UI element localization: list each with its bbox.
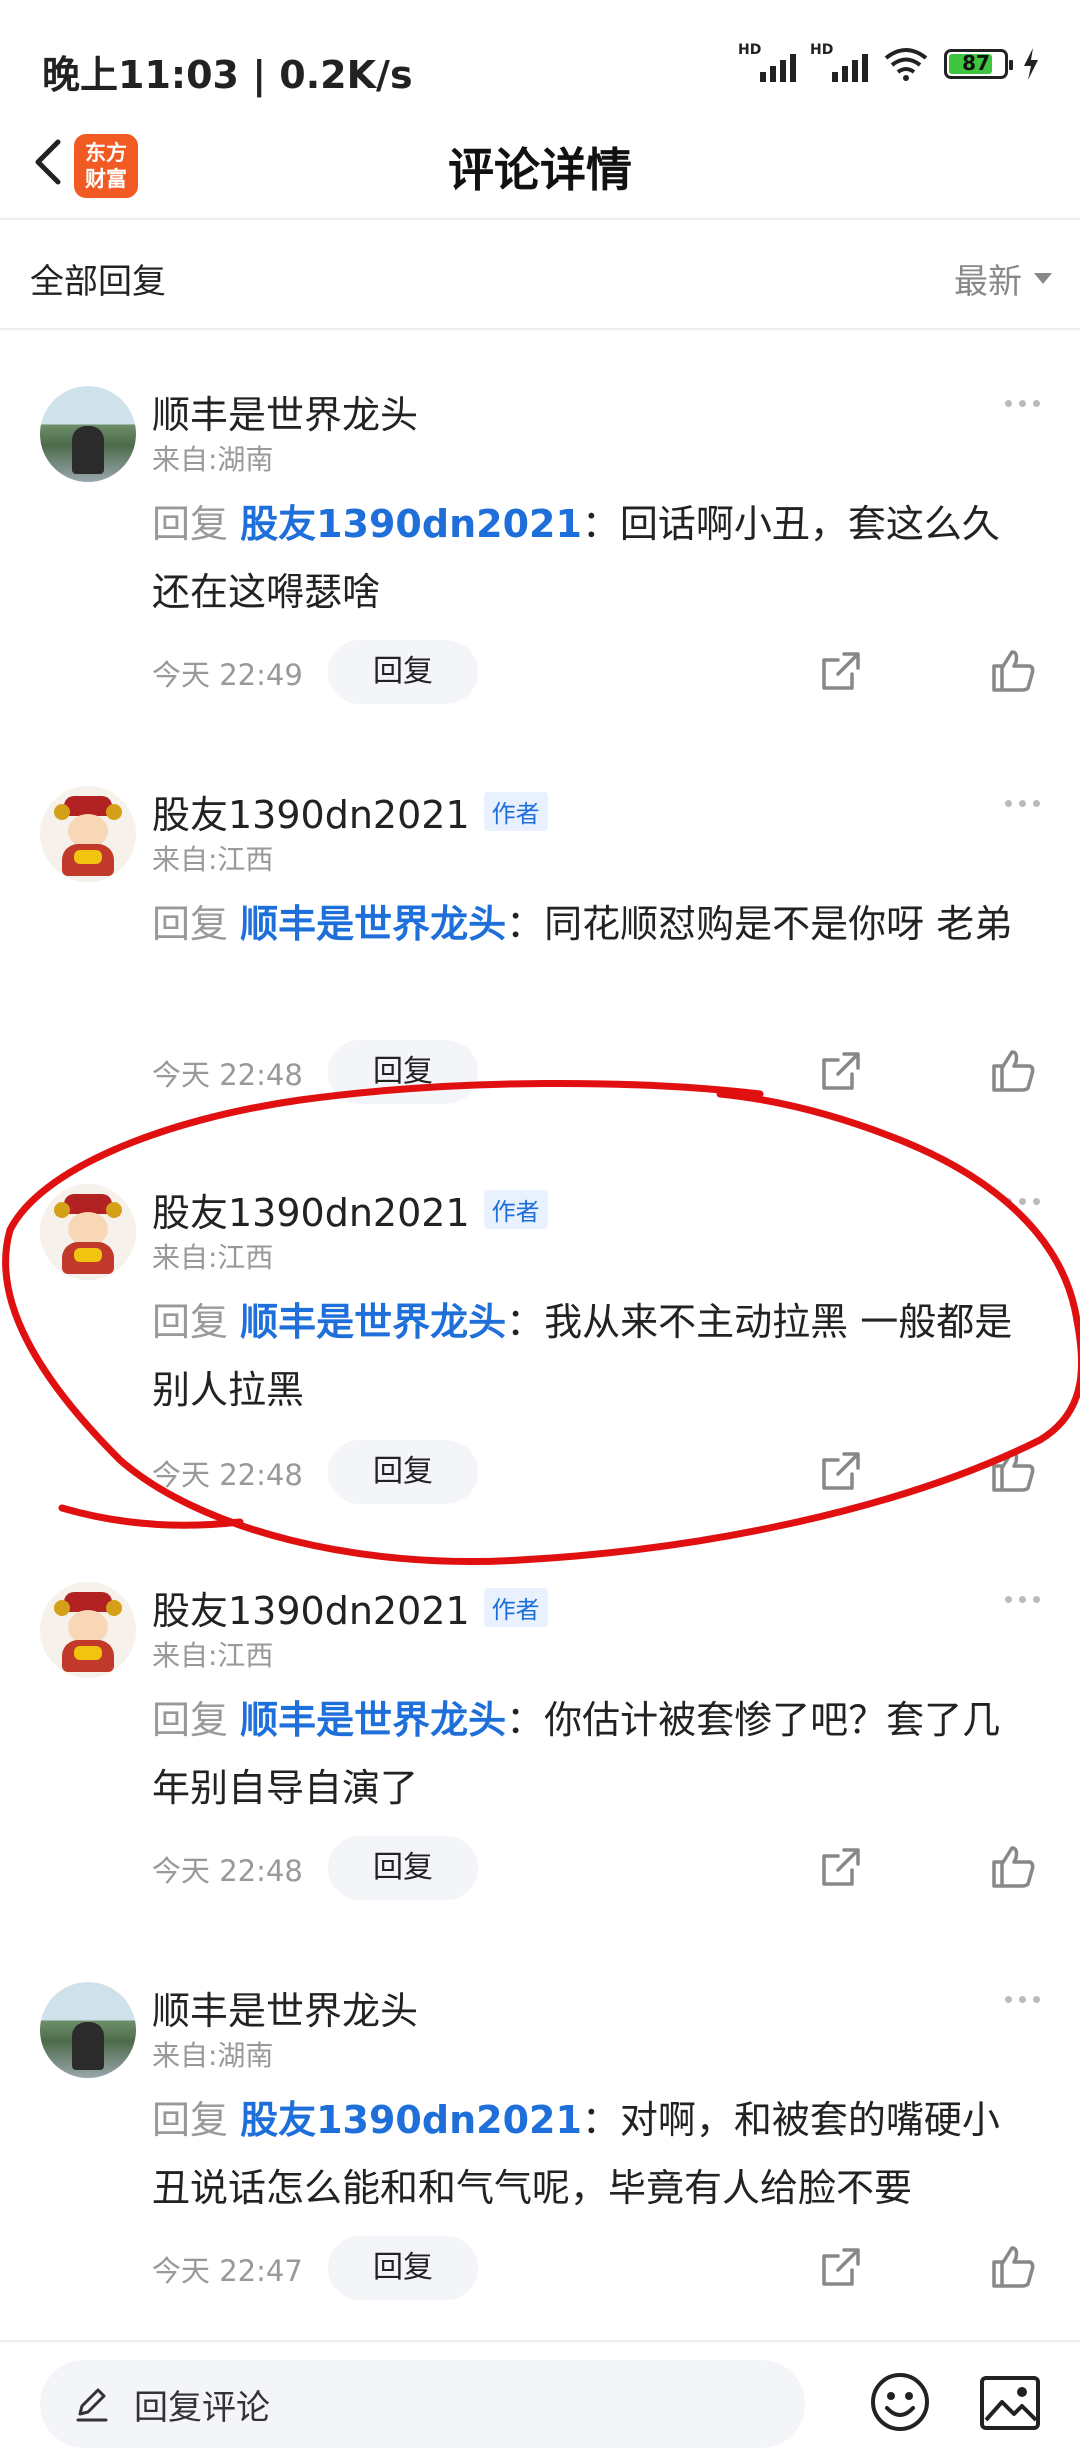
nav-bar: 东方 财富 评论详情 (0, 110, 1080, 220)
more-options-icon[interactable] (1005, 1198, 1040, 1205)
comment-item: 顺丰是世界龙头 来自:湖南 回复 股友1390dn2021：回话啊小丑，套这么久… (0, 386, 1080, 786)
mention-link[interactable]: 股友1390dn2021 (240, 2098, 582, 2142)
hd-label: HD (810, 42, 834, 58)
avatar[interactable] (40, 1582, 136, 1678)
like-icon[interactable] (988, 1446, 1038, 1496)
comment-footer: 今天 22:48 回复 (152, 1836, 1035, 1900)
battery-level: 87 (962, 51, 990, 75)
comment-text: 回复 股友1390dn2021：对啊，和被套的嘴硬小丑说话怎么能和和气气呢，毕竟… (152, 2098, 1000, 2210)
signal-icon: HD (738, 42, 796, 82)
more-options-icon[interactable] (1005, 800, 1040, 807)
reply-button[interactable]: 回复 (328, 640, 478, 704)
comment-time: 今天 22:48 (152, 1058, 303, 1092)
status-icons: HD HD 87 (738, 42, 1040, 82)
comment-location: 来自:江西 (152, 1241, 274, 1274)
share-icon[interactable] (816, 1448, 864, 1496)
bottom-bar: 回复评论 (0, 2340, 1080, 2460)
comment-time: 今天 22:47 (152, 2254, 303, 2288)
comment-location: 来自:湖南 (152, 443, 274, 476)
comment-username[interactable]: 股友1390dn2021 作者 (152, 1580, 548, 1635)
pencil-icon (76, 2388, 108, 2422)
share-icon[interactable] (816, 2244, 864, 2292)
status-time: 晚上11:03 | 0.2K/s (42, 53, 413, 97)
avatar[interactable] (40, 786, 136, 882)
comment-text: 回复 顺丰是世界龙头：我从来不主动拉黑 一般都是别人拉黑 (152, 1300, 1013, 1412)
comment-footer: 今天 22:49 回复 (152, 640, 1035, 704)
comment-time: 今天 22:48 (152, 1458, 303, 1492)
avatar[interactable] (40, 1184, 136, 1280)
all-replies-label: 全部回复 (30, 262, 166, 302)
more-options-icon[interactable] (1005, 1596, 1040, 1603)
author-badge: 作者 (483, 1588, 548, 1627)
comment-footer: 今天 22:47 回复 (152, 2236, 1035, 2300)
comment-item: 股友1390dn2021 作者 来自:江西 回复 顺丰是世界龙头：你估计被套惨了… (0, 1582, 1080, 1982)
like-icon[interactable] (988, 1842, 1038, 1892)
mention-link[interactable]: 顺丰是世界龙头 (240, 1300, 506, 1344)
mention-link[interactable]: 顺丰是世界龙头 (240, 1698, 506, 1742)
avatar[interactable] (40, 1982, 136, 2078)
like-icon[interactable] (988, 1046, 1038, 1096)
comment-text: 回复 顺丰是世界龙头：你估计被套惨了吧？套了几年别自导自演了 (152, 1698, 1001, 1810)
wifi-icon (884, 48, 928, 81)
share-icon[interactable] (816, 648, 864, 696)
comment-location: 来自:江西 (152, 1639, 274, 1672)
comment-item: 股友1390dn2021 作者 来自:江西 回复 顺丰是世界龙头：我从来不主动拉… (0, 1184, 1080, 1584)
comment-username[interactable]: 顺丰是世界龙头 (152, 1980, 418, 2035)
sort-label: 最新 (954, 262, 1022, 302)
like-icon[interactable] (988, 2242, 1038, 2292)
comment-username[interactable]: 顺丰是世界龙头 (152, 384, 418, 439)
sort-dropdown[interactable]: 最新 (954, 254, 1052, 303)
comment-footer: 今天 22:48 回复 (152, 1040, 1035, 1104)
comment-item: 顺丰是世界龙头 来自:湖南 回复 股友1390dn2021：对啊，和被套的嘴硬小… (0, 1982, 1080, 2382)
comment-username[interactable]: 股友1390dn2021 作者 (152, 1182, 548, 1237)
reply-button[interactable]: 回复 (328, 1440, 478, 1504)
author-badge: 作者 (483, 792, 548, 831)
mention-link[interactable]: 股友1390dn2021 (240, 502, 582, 546)
reply-input-placeholder: 回复评论 (134, 2387, 270, 2428)
comment-time: 今天 22:48 (152, 1854, 303, 1888)
author-badge: 作者 (483, 1190, 548, 1229)
hd-label: HD (738, 42, 762, 58)
avatar[interactable] (40, 386, 136, 482)
mention-link[interactable]: 顺丰是世界龙头 (240, 902, 506, 946)
page-title: 评论详情 (448, 143, 632, 197)
more-options-icon[interactable] (1005, 400, 1040, 407)
reply-button[interactable]: 回复 (328, 1836, 478, 1900)
charging-icon (1024, 48, 1038, 80)
reply-comment-input[interactable]: 回复评论 (40, 2360, 805, 2448)
filter-bar: 全部回复 最新 (0, 222, 1080, 330)
like-icon[interactable] (988, 646, 1038, 696)
comment-text: 回复 股友1390dn2021：回话啊小丑，套这么久还在这嘚瑟啥 (152, 502, 1000, 614)
comment-location: 来自:江西 (152, 843, 274, 876)
more-options-icon[interactable] (1005, 1996, 1040, 2003)
signal-icon: HD (810, 42, 868, 82)
comment-footer: 今天 22:48 回复 (152, 1440, 1035, 1504)
reply-button[interactable]: 回复 (328, 1040, 478, 1104)
comment-text: 回复 顺丰是世界龙头：同花顺怼购是不是你呀 老弟 (152, 902, 1013, 946)
emoji-icon[interactable] (868, 2370, 932, 2434)
comment-time: 今天 22:49 (152, 658, 303, 692)
image-icon[interactable] (978, 2374, 1042, 2432)
comment-location: 来自:湖南 (152, 2039, 274, 2072)
share-icon[interactable] (816, 1844, 864, 1892)
battery-icon: 87 (944, 49, 1013, 79)
dropdown-arrow-icon (1034, 273, 1052, 284)
comment-username[interactable]: 股友1390dn2021 作者 (152, 784, 548, 839)
share-icon[interactable] (816, 1048, 864, 1096)
reply-button[interactable]: 回复 (328, 2236, 478, 2300)
comment-item: 股友1390dn2021 作者 来自:江西 回复 顺丰是世界龙头：同花顺怼购是不… (0, 786, 1080, 1186)
